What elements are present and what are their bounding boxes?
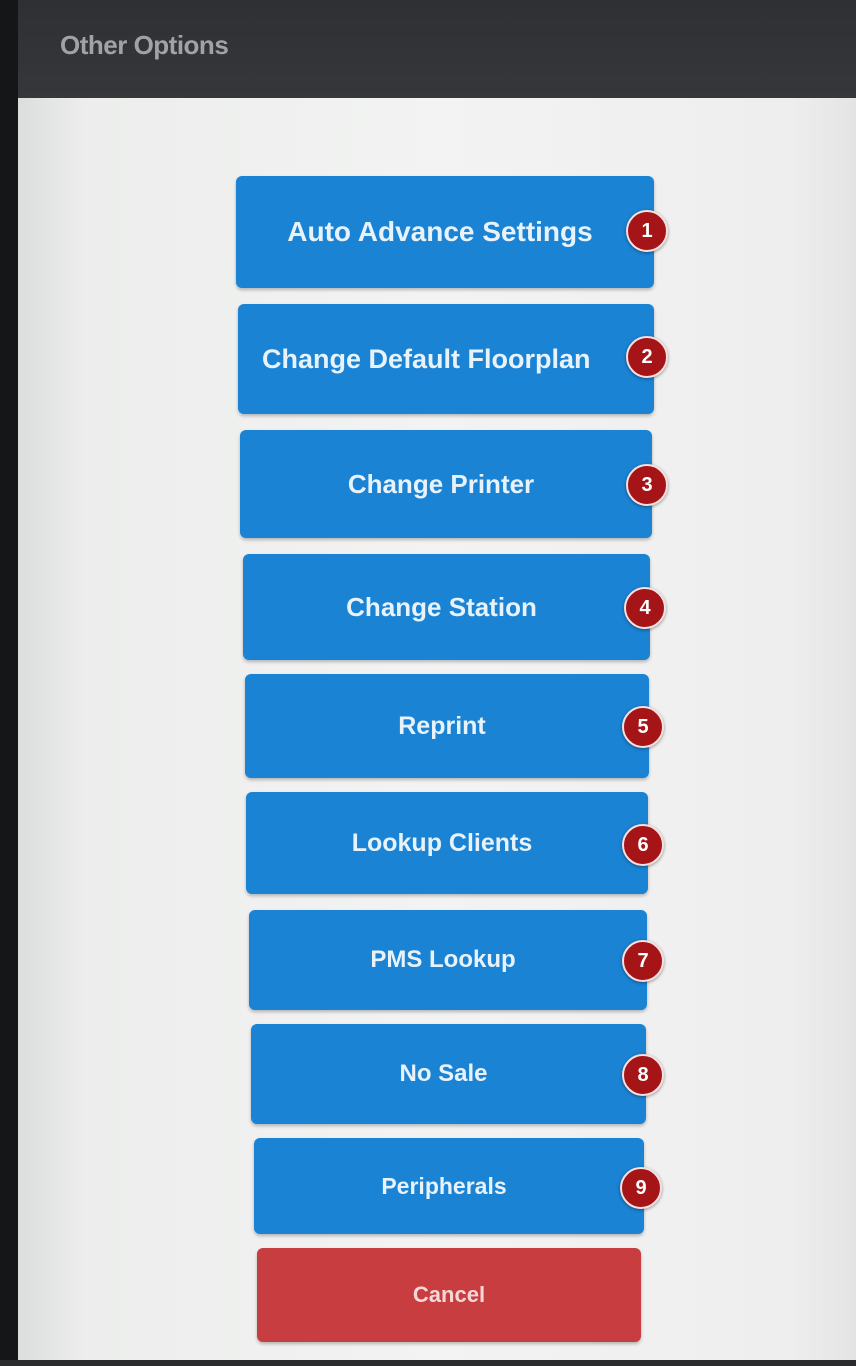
- button-label: Peripherals: [381, 1172, 507, 1199]
- button-label: Change Station: [346, 591, 537, 622]
- number-badge: 5: [622, 706, 664, 748]
- button-label: Reprint: [398, 711, 486, 740]
- device-bezel-bottom: [0, 1360, 856, 1366]
- peripherals-button[interactable]: Peripherals: [254, 1138, 644, 1234]
- button-label: Change Printer: [347, 468, 535, 499]
- dialog-header: Other Options: [18, 0, 856, 98]
- button-label: Lookup Clients: [351, 828, 533, 857]
- cancel-button[interactable]: Cancel: [257, 1248, 641, 1342]
- button-label: Auto Advance Settings: [287, 216, 593, 247]
- pms-lookup-button[interactable]: PMS Lookup: [249, 910, 647, 1010]
- button-label: No Sale: [399, 1060, 488, 1087]
- number-badge: 2: [626, 336, 668, 378]
- device-bezel: [0, 0, 18, 1366]
- number-badge: 4: [624, 587, 666, 629]
- number-badge: 9: [620, 1167, 662, 1209]
- number-badge: 1: [626, 210, 668, 252]
- no-sale-button[interactable]: No Sale: [251, 1024, 646, 1124]
- lookup-clients-button[interactable]: Lookup Clients: [246, 792, 648, 894]
- change-printer-button[interactable]: Change Printer: [240, 430, 652, 538]
- number-badge: 8: [622, 1054, 664, 1096]
- button-label: Cancel: [412, 1282, 486, 1307]
- device-frame: Other Options Auto Advance Settings 1 Ch…: [0, 0, 856, 1366]
- number-badge: 7: [622, 940, 664, 982]
- button-label: Change Default Floorplan: [262, 343, 591, 374]
- button-label: PMS Lookup: [370, 946, 516, 973]
- change-default-floorplan-button[interactable]: Change Default Floorplan: [238, 304, 654, 414]
- reprint-button[interactable]: Reprint: [245, 674, 649, 778]
- auto-advance-settings-button[interactable]: Auto Advance Settings: [236, 176, 654, 288]
- number-badge: 6: [622, 824, 664, 866]
- change-station-button[interactable]: Change Station: [243, 554, 650, 660]
- dialog-title: Other Options: [60, 30, 229, 60]
- number-badge: 3: [626, 464, 668, 506]
